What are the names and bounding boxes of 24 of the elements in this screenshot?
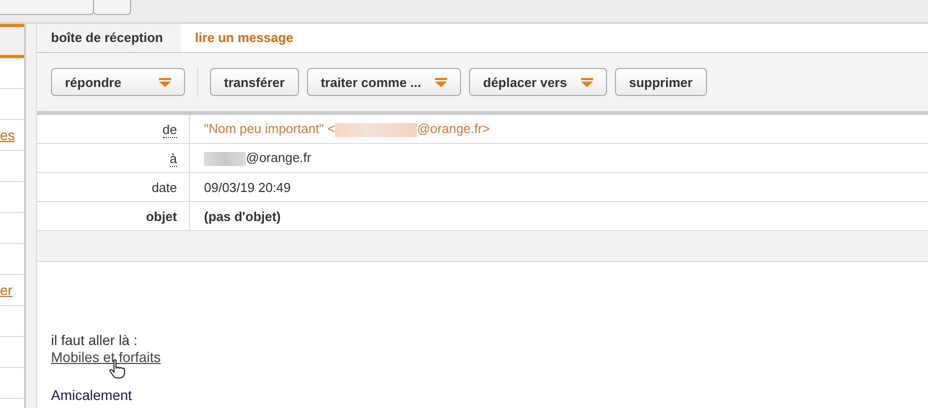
redacted-text <box>204 152 246 166</box>
field-label: date <box>37 172 190 202</box>
message-link[interactable]: Mobiles et forfaits <box>51 349 161 365</box>
sender-name: "Nom peu important" < <box>204 121 335 136</box>
breadcrumb-item[interactable]: boîte de réception <box>37 24 181 52</box>
sender-address: @orange.fr> <box>416 121 490 136</box>
caret-icon <box>159 78 171 86</box>
message-text: il faut aller là : <box>51 332 138 349</box>
action-button[interactable]: transférer <box>210 68 299 96</box>
caret-icon <box>435 78 448 86</box>
field-label: à <box>37 144 190 172</box>
toolbar-button[interactable] <box>93 0 131 15</box>
subject-value: (pas d'objet) <box>204 208 281 224</box>
toolbar-button[interactable] <box>0 0 94 15</box>
message-text: Amicalement <box>51 387 133 403</box>
dropdown-button[interactable]: déplacer vers <box>469 68 607 96</box>
caret-icon <box>580 78 593 86</box>
splitter-bar[interactable] <box>24 24 37 408</box>
action-button[interactable]: supprimer <box>614 68 707 96</box>
dropdown-button[interactable]: traiter comme ... <box>306 68 462 96</box>
date-value: 09/03/19 20:49 <box>204 180 291 194</box>
field-label: de <box>37 115 190 144</box>
recipient-address: @orange.fr <box>246 150 312 166</box>
dropdown-button[interactable]: répondre <box>51 68 185 96</box>
